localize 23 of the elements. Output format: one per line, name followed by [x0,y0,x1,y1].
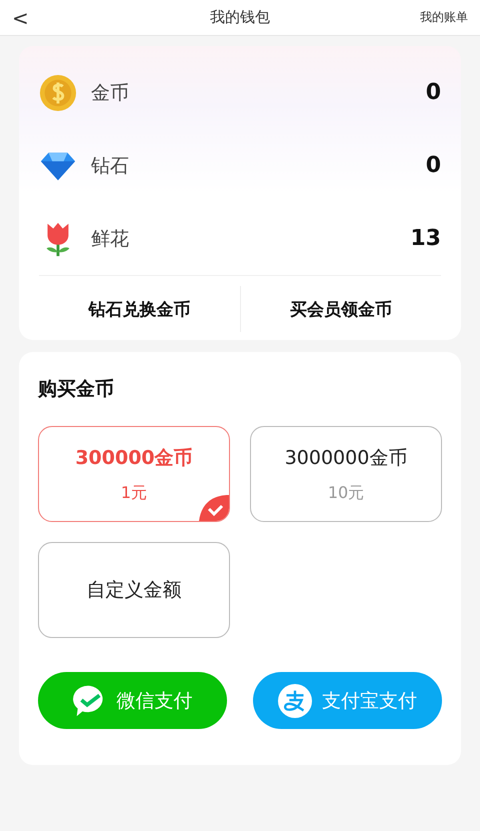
balance-value: 13 [410,226,441,251]
price-text: 10元 [328,482,364,504]
action-button[interactable]: 买会员领金币 [240,286,441,332]
balance-label: 钻石 [91,154,129,178]
bill-link[interactable]: 我的账单 [420,9,468,26]
check-badge-icon [199,495,229,521]
amount-option[interactable]: 3000000金币 10元 [250,426,442,522]
action-button[interactable]: 钻石兑换金币 [39,286,240,332]
section-title: 购买金币 [38,377,115,402]
balance-label: 金币 [91,80,129,106]
amount-option[interactable]: 300000金币 1元 [38,426,230,522]
coin-icon [39,74,77,112]
back-button[interactable]: < [0,6,41,30]
page-title: 我的钱包 [210,8,270,27]
coin-amount: 3000000金币 [284,446,408,470]
balance-label: 鲜花 [91,226,129,252]
alipay-icon [278,684,312,718]
price-text: 1元 [120,482,148,504]
coin-amount: 300000金币 [75,446,193,470]
amount-option[interactable]: 自定义金额 [38,542,230,638]
balance-value: 0 [426,80,441,105]
balance-value: 0 [426,153,441,178]
custom-amount-label: 自定义金额 [86,578,182,603]
